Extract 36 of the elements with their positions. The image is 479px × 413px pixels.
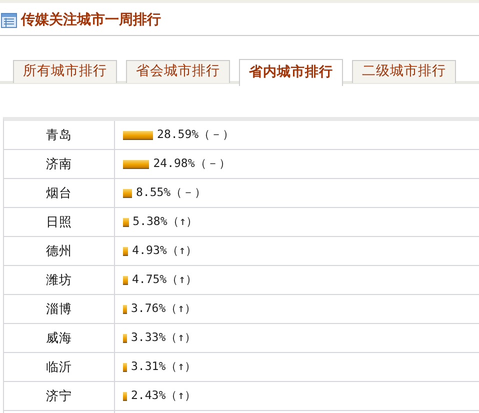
share-value: 2.43%（↑） (131, 387, 197, 404)
section-title: 传媒关注城市一周排行 (21, 10, 161, 30)
share-value: 8.55%（－） (136, 184, 207, 202)
tab[interactable]: 所有城市排行 (13, 60, 117, 83)
city-cell: 淄博 (4, 295, 115, 323)
city-cell: 潍坊 (4, 266, 115, 294)
share-bar (123, 392, 127, 400)
city-cell: 日照 (4, 208, 115, 236)
share-value: 4.93%（↑） (132, 242, 198, 260)
share-bar (123, 276, 128, 284)
city-cell: 德州 (4, 237, 115, 265)
share-value: 4.75%（↑） (132, 271, 198, 288)
share-value: 3.33%（↑） (131, 329, 197, 346)
city-cell: 济南 (4, 150, 115, 178)
share-bar (123, 246, 128, 256)
share-bar (123, 218, 129, 226)
city-cell: 济宁 (4, 382, 115, 410)
share-value: 5.38%（↑） (132, 213, 198, 230)
tab[interactable]: 省会城市排行 (126, 60, 230, 83)
tab[interactable]: 省内城市排行 (239, 59, 343, 86)
table-icon (1, 12, 17, 28)
share-bar (123, 160, 150, 168)
share-bar (123, 130, 154, 140)
city-cell: 烟台 (4, 179, 115, 207)
share-bar (123, 188, 132, 198)
tab[interactable]: 二级城市排行 (352, 60, 456, 83)
share-bar (123, 334, 127, 342)
city-cell: 威海 (4, 324, 115, 352)
city-cell: 临沂 (4, 353, 115, 381)
share-value: 28.59%（－） (157, 126, 235, 144)
city-cell: 青岛 (4, 121, 115, 149)
share-value: 3.31%（↑） (131, 358, 197, 376)
share-bar (123, 304, 127, 314)
share-value: 3.76%（↑） (131, 300, 197, 318)
share-bar (123, 362, 127, 372)
share-value: 24.98%（－） (153, 155, 231, 172)
